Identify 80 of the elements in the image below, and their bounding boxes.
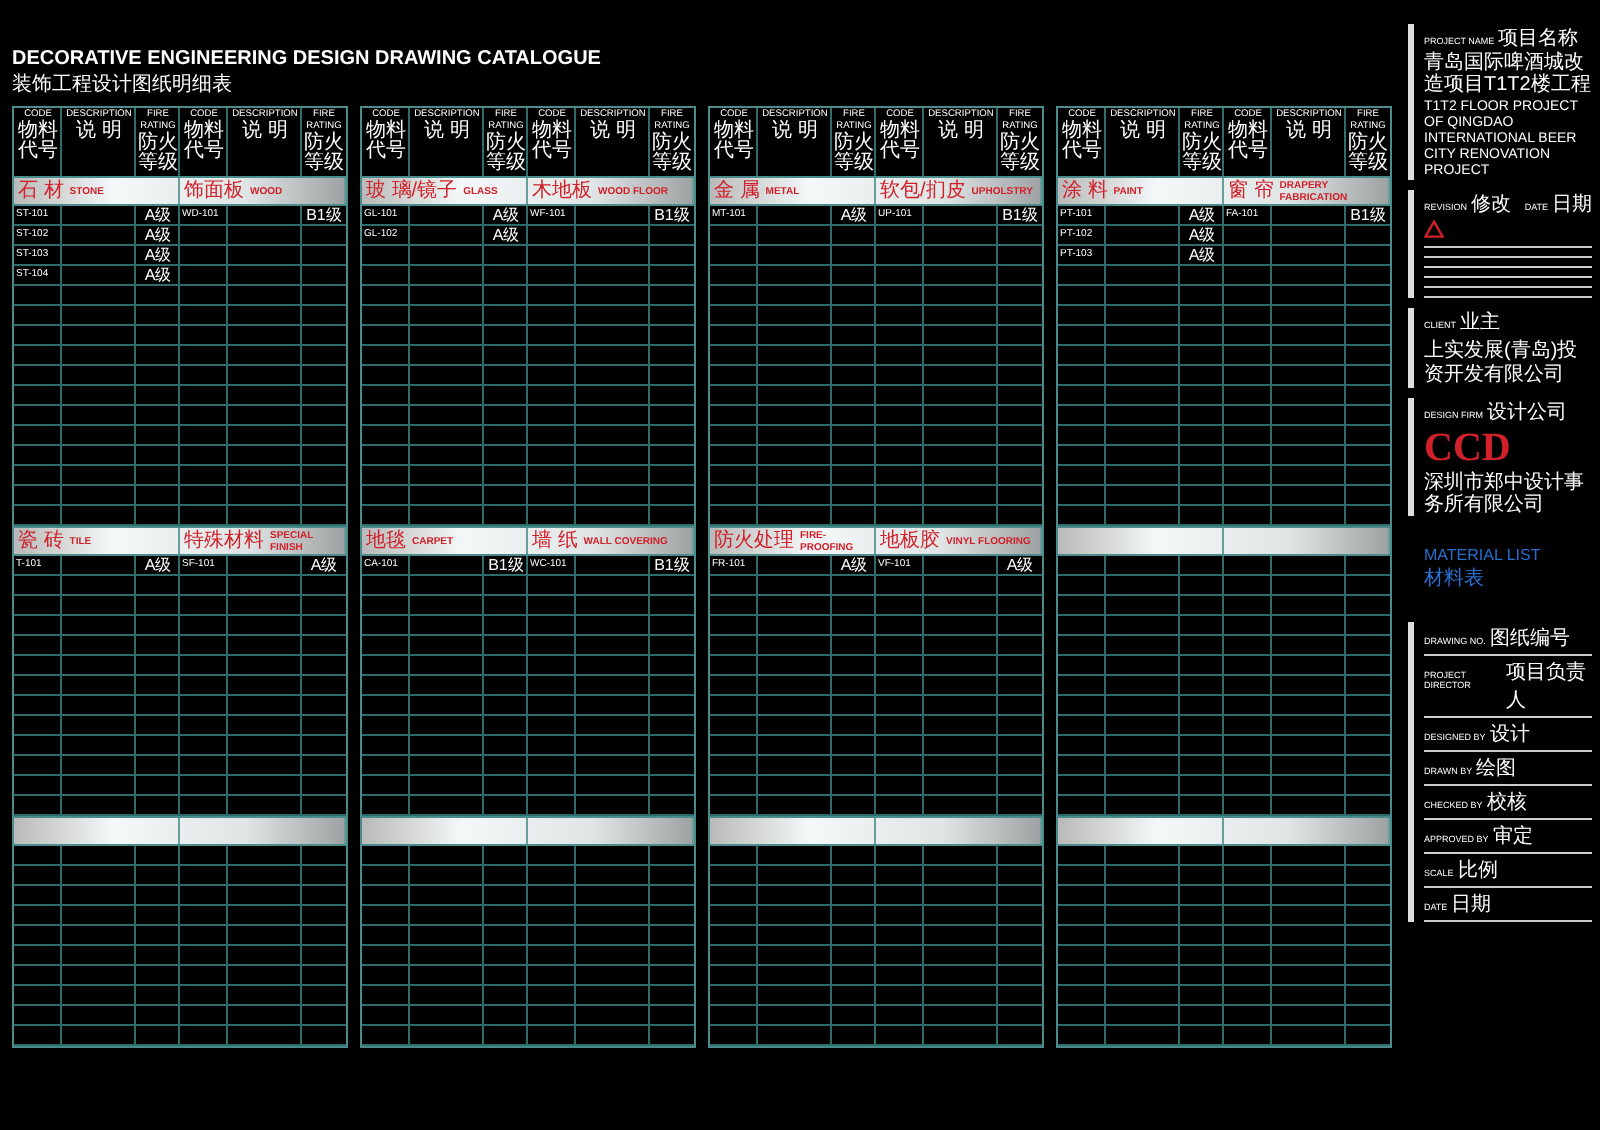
- table-cell-text: B1级: [304, 206, 344, 224]
- table-cell-text: A级: [838, 206, 870, 224]
- field-label: 修改: [1471, 192, 1512, 218]
- column-header: 说 明: [1286, 122, 1332, 142]
- field-label: 日期: [1552, 191, 1592, 218]
- field-label: 校核: [1486, 789, 1527, 816]
- category-label: 墙 纸: [532, 529, 578, 553]
- warning-triangle-icon: [1424, 220, 1444, 238]
- table-cell-text: B1级: [652, 556, 692, 574]
- column-header: 说 明: [590, 122, 636, 142]
- table-cell-text: B1级: [486, 556, 526, 574]
- category-label: 木地板: [532, 179, 592, 203]
- table-cell-text: A级: [490, 226, 522, 244]
- table-cell-text: A级: [1186, 226, 1218, 244]
- table-cell-text: B1级: [1000, 206, 1040, 224]
- category-label: 涂 料: [1062, 179, 1108, 203]
- column-header: 防火等级: [1180, 134, 1224, 174]
- column-header: 物料代号: [878, 122, 922, 162]
- category-label: 防火处理: [714, 529, 794, 553]
- column-header: 防火等级: [1346, 134, 1390, 174]
- column-header: 防火等级: [832, 134, 876, 174]
- field-label: 比例: [1457, 857, 1498, 884]
- drawing-title: 材料表: [1424, 565, 1486, 592]
- category-label: 特殊材料: [184, 529, 264, 553]
- catalogue-subtitle: 装饰工程设计图纸明细表: [12, 71, 234, 98]
- table-cell-text: A级: [142, 246, 174, 264]
- table-cell-text: B1级: [652, 206, 692, 224]
- table-cell-text: A级: [142, 226, 174, 244]
- column-header: 说 明: [76, 122, 122, 142]
- field-label: 图纸编号: [1489, 625, 1570, 652]
- company-logo: CCD: [1424, 426, 1513, 471]
- firm-name: 深圳市郑中设计事务所有限公司: [1424, 472, 1586, 516]
- drawing-title: MATERIAL LIST: [1424, 546, 1543, 564]
- category-label: 地板胶: [880, 529, 940, 553]
- column-header: 物料代号: [1226, 122, 1270, 162]
- table-cell-text: A级: [142, 206, 174, 224]
- table-cell-text: A级: [1004, 556, 1036, 574]
- category-label: 石 材: [18, 179, 64, 203]
- field-label: 项目名称: [1498, 26, 1579, 51]
- table-cell-text: A级: [1186, 246, 1218, 264]
- category-label: 瓷 砖: [18, 529, 64, 553]
- column-header: 说 明: [1120, 122, 1166, 142]
- client-name: 上实发展(青岛)投资开发有限公司: [1424, 340, 1580, 388]
- table-cell-text: A级: [142, 556, 174, 574]
- column-header: 说 明: [424, 122, 470, 142]
- table-cell-text: A级: [308, 556, 340, 574]
- column-header: 防火等级: [998, 134, 1042, 174]
- category-label: 软包/扪皮: [880, 179, 966, 203]
- field-label: 项目负责人: [1506, 659, 1589, 714]
- table-cell-text: A级: [490, 206, 522, 224]
- column-header: 说 明: [772, 122, 818, 142]
- project-name: 青岛国际啤酒城改造项目T1T2楼工程: [1424, 52, 1592, 96]
- column-header: 物料代号: [16, 122, 60, 162]
- column-header: 说 明: [938, 122, 984, 142]
- column-header: 物料代号: [1060, 122, 1104, 162]
- field-label: 业主: [1460, 309, 1501, 336]
- column-header: 防火等级: [136, 134, 180, 174]
- category-label: 地毯: [366, 529, 406, 553]
- column-header: 防火等级: [302, 134, 346, 174]
- category-label: 玻 璃/镜子: [366, 179, 458, 203]
- field-label: 设计公司: [1487, 399, 1568, 426]
- column-header: 物料代号: [530, 122, 574, 162]
- table-cell-text: A级: [838, 556, 870, 574]
- column-header: 物料代号: [182, 122, 226, 162]
- column-header: 说 明: [242, 122, 288, 142]
- catalogue-title: DECORATIVE ENGINEERING DESIGN DRAWING CATALOGUE: [12, 48, 603, 70]
- table-cell-text: A级: [142, 266, 174, 284]
- field-label: 绘图: [1476, 756, 1517, 782]
- column-header: 防火等级: [484, 134, 528, 174]
- table-cell-text: B1级: [1348, 206, 1388, 224]
- column-header: 物料代号: [364, 122, 408, 162]
- category-label: 金 属: [714, 179, 760, 203]
- category-label: 窗 帘: [1228, 179, 1274, 203]
- field-label: 日期: [1451, 891, 1492, 918]
- field-label: 审定: [1492, 823, 1533, 850]
- column-header: 防火等级: [650, 134, 694, 174]
- column-header: 物料代号: [712, 122, 756, 162]
- table-cell-text: A级: [1186, 206, 1218, 224]
- field-label: 设计: [1489, 721, 1530, 748]
- category-label: 饰面板: [184, 179, 244, 203]
